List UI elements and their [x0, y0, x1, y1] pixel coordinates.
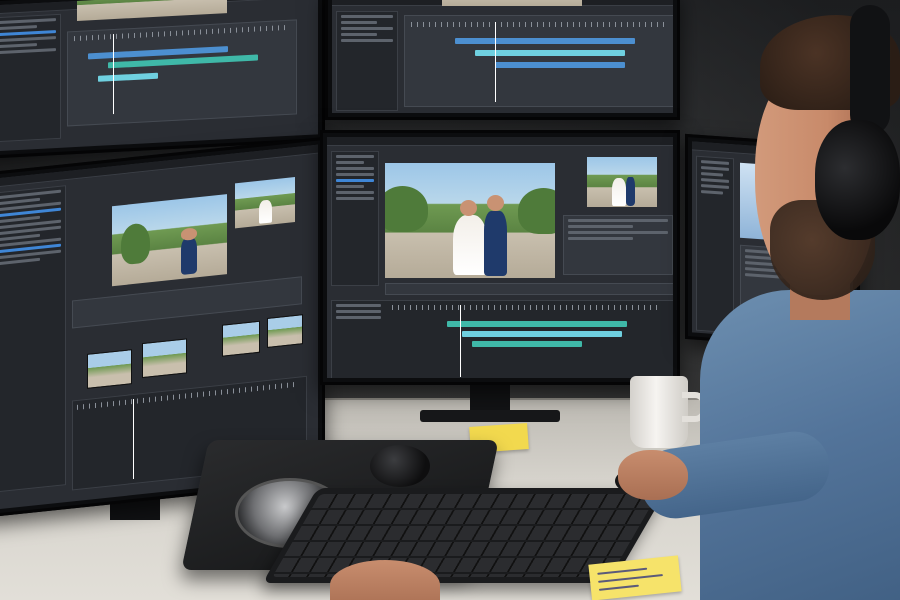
project-panel — [0, 13, 61, 143]
effects-panel — [331, 151, 379, 286]
project-panel — [0, 185, 66, 493]
project-panel — [336, 11, 398, 111]
program-preview — [235, 177, 295, 229]
playhead[interactable] — [113, 34, 114, 115]
coffee-mug — [630, 376, 688, 448]
source-preview — [112, 194, 227, 287]
timeline-clip[interactable] — [462, 331, 622, 337]
shuttle-knob[interactable] — [370, 445, 430, 487]
monitor-top-left — [0, 0, 325, 160]
media-thumbnail[interactable] — [267, 314, 303, 348]
timeline-clip[interactable] — [447, 321, 627, 327]
timeline-clip[interactable] — [475, 50, 625, 56]
playhead[interactable] — [460, 305, 461, 377]
program-preview — [77, 0, 227, 21]
editor-screen-top-center — [332, 0, 673, 113]
program-preview — [442, 0, 582, 6]
timeline-clip[interactable] — [495, 62, 625, 68]
media-thumbnail[interactable] — [142, 338, 187, 379]
playhead[interactable] — [133, 398, 134, 480]
media-thumbnail[interactable] — [87, 349, 132, 389]
editing-workstation-scene — [0, 0, 900, 600]
person-hand-on-mouse — [618, 450, 688, 500]
media-thumbnail[interactable] — [222, 320, 260, 357]
timeline-panel[interactable] — [67, 19, 297, 127]
monitor-stand-center — [470, 383, 510, 413]
monitor-center — [320, 130, 680, 385]
program-monitor — [385, 163, 555, 278]
scope-panel — [696, 155, 734, 334]
timeline-panel[interactable] — [331, 300, 673, 378]
transport-bar[interactable] — [385, 283, 673, 295]
timeline-clip[interactable] — [455, 38, 635, 44]
inspector-panel — [563, 215, 673, 275]
monitor-top-center — [325, 0, 680, 120]
timeline-clip[interactable] — [98, 72, 158, 82]
editor-screen-center — [327, 137, 673, 378]
timeline-panel[interactable] — [404, 15, 673, 107]
playhead[interactable] — [495, 22, 496, 102]
timeline-clip[interactable] — [472, 341, 582, 347]
editor-screen-top-left — [0, 0, 318, 152]
headphones-band — [850, 5, 890, 135]
source-monitor — [587, 157, 657, 207]
monitor-stand-base — [420, 410, 560, 422]
headphones-icon — [815, 120, 900, 240]
